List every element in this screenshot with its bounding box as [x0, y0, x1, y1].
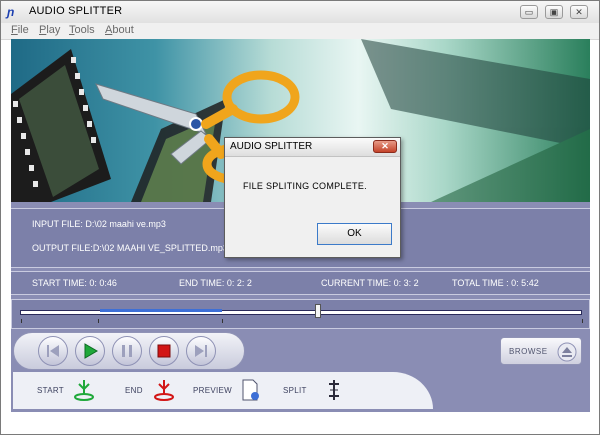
minimize-button[interactable]: ▭	[520, 5, 538, 19]
rewind-icon	[47, 345, 59, 357]
pause-button[interactable]	[112, 336, 142, 366]
eject-icon	[557, 342, 577, 362]
selection-start-marker	[98, 319, 99, 323]
ok-button[interactable]: OK	[317, 223, 392, 245]
forward-button[interactable]	[186, 336, 216, 366]
end-button[interactable]: END	[125, 386, 143, 395]
app-window: ɲ AUDIO SPLITTER ▭ ▣ ✕ File Play Tools A…	[0, 0, 600, 435]
action-bar: START END PREVIEW SPLIT	[13, 372, 433, 409]
play-button[interactable]	[75, 336, 105, 366]
stop-icon	[157, 344, 171, 358]
start-marker-icon	[74, 380, 94, 401]
image-caption: [707x490] http://upic.me/	[443, 419, 594, 430]
maximize-button[interactable]: ▣	[545, 5, 563, 19]
completion-dialog: AUDIO SPLITTER ✕ FILE SPLITING COMPLETE.…	[224, 137, 401, 258]
menu-file[interactable]: File	[11, 24, 29, 36]
split-icon	[329, 380, 339, 400]
playback-controls	[13, 332, 245, 370]
slider-tick	[582, 319, 583, 323]
browse-label: BROWSE	[509, 347, 548, 356]
preview-document-icon	[242, 379, 259, 401]
menu-about[interactable]: About	[105, 24, 134, 36]
selection-end-marker	[222, 319, 223, 323]
split-button[interactable]: SPLIT	[283, 386, 307, 395]
current-time-label: CURRENT TIME: 0: 3: 2	[321, 278, 419, 288]
forward-icon	[195, 345, 207, 357]
menu-play[interactable]: Play	[39, 24, 60, 36]
maximize-icon: ▣	[549, 7, 559, 17]
menu-tools[interactable]: Tools	[69, 24, 95, 36]
close-button[interactable]: ✕	[570, 5, 588, 19]
title-bar[interactable]: ɲ AUDIO SPLITTER ▭ ▣ ✕	[1, 1, 599, 24]
total-time-label: TOTAL TIME : 0: 5:42	[452, 278, 539, 288]
slider-thumb[interactable]	[315, 304, 321, 318]
end-time-label: END TIME: 0: 2: 2	[179, 278, 252, 288]
close-icon: ✕	[381, 141, 389, 151]
play-icon	[84, 343, 98, 359]
dialog-title-bar[interactable]: AUDIO SPLITTER ✕	[225, 138, 400, 157]
dialog-title: AUDIO SPLITTER	[230, 141, 313, 152]
input-file-label: INPUT FILE: D:\02 maahi ve.mp3	[32, 219, 166, 229]
start-time-label: START TIME: 0: 0:46	[32, 278, 117, 288]
browse-button[interactable]: BROWSE	[500, 337, 582, 365]
window-title: AUDIO SPLITTER	[29, 5, 123, 17]
end-marker-icon	[154, 380, 174, 401]
slider-tick	[21, 319, 22, 323]
time-info-box: START TIME: 0: 0:46 END TIME: 0: 2: 2 CU…	[11, 271, 590, 295]
preview-button[interactable]: PREVIEW	[193, 386, 232, 395]
pause-icon	[122, 345, 132, 357]
selection-range	[100, 309, 222, 312]
dialog-message: FILE SPLITING COMPLETE.	[243, 181, 367, 191]
rewind-button[interactable]	[38, 336, 68, 366]
stop-button[interactable]	[149, 336, 179, 366]
dialog-close-button[interactable]: ✕	[373, 140, 397, 153]
start-button[interactable]: START	[37, 386, 64, 395]
position-slider[interactable]	[11, 299, 590, 329]
menu-bar: File Play Tools About	[1, 23, 599, 40]
output-file-label: OUTPUT FILE:D:\02 MAAHI VE_SPLITTED.mp3	[32, 243, 228, 253]
app-logo-icon: ɲ	[7, 5, 15, 19]
minimize-icon: ▭	[524, 7, 534, 17]
close-icon: ✕	[575, 7, 583, 17]
